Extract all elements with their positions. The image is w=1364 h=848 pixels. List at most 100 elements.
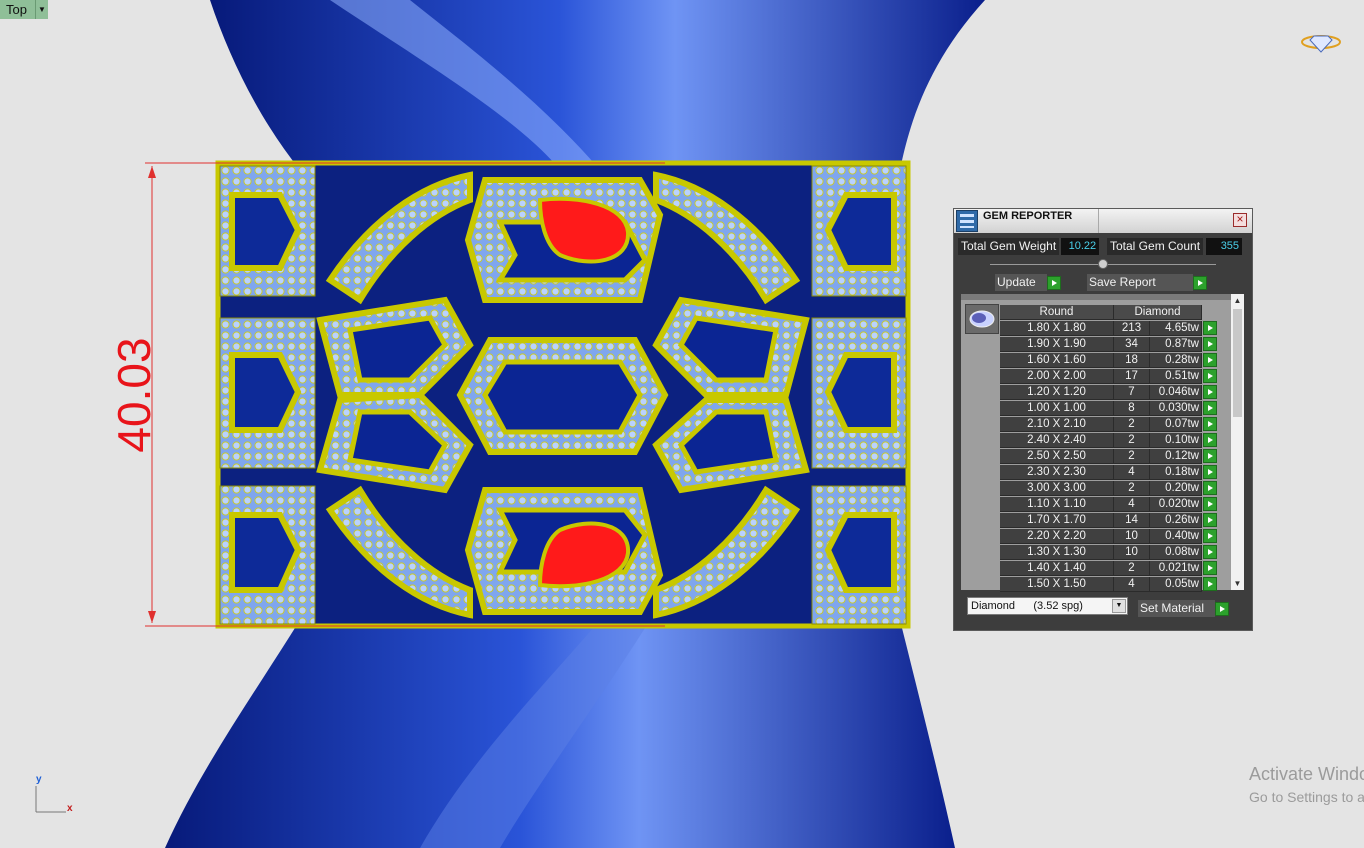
play-icon[interactable] bbox=[1047, 275, 1061, 290]
row-action-button[interactable] bbox=[1202, 433, 1218, 448]
table-scrollbar[interactable]: ▲ ▼ bbox=[1231, 294, 1244, 590]
view-name[interactable]: Top bbox=[0, 0, 36, 19]
update-button[interactable]: Update bbox=[995, 274, 1061, 291]
table-row[interactable]: 2.20 X 2.20 10 0.40tw bbox=[1000, 528, 1220, 544]
table-row[interactable]: 1.70 X 1.70 14 0.26tw bbox=[1000, 512, 1220, 528]
table-row[interactable]: 1.10 X 1.10 4 0.020tw bbox=[1000, 496, 1220, 512]
play-icon[interactable] bbox=[1193, 275, 1207, 290]
total-weight-label: Total Gem Weight bbox=[958, 238, 1060, 255]
table-row[interactable]: 2.40 X 2.40 2 0.10tw bbox=[1000, 432, 1220, 448]
watermark-line1: Activate Windows bbox=[1249, 764, 1364, 784]
table-row[interactable]: 1.30 X 1.30 10 0.08tw bbox=[1000, 544, 1220, 560]
gem-count: 17 bbox=[1114, 368, 1150, 384]
table-row[interactable]: 2.10 X 2.10 2 0.07tw bbox=[1000, 416, 1220, 432]
play-icon[interactable] bbox=[1203, 433, 1217, 447]
row-action-button[interactable] bbox=[1202, 481, 1218, 496]
table-row[interactable]: 1.90 X 1.90 34 0.87tw bbox=[1000, 336, 1220, 352]
table-row[interactable]: 1.00 X 1.00 8 0.030tw bbox=[1000, 400, 1220, 416]
gem-weight: 0.05tw bbox=[1150, 576, 1202, 592]
band-twist-upper bbox=[210, 0, 985, 170]
play-icon[interactable] bbox=[1203, 337, 1217, 351]
play-icon[interactable] bbox=[1203, 513, 1217, 527]
play-icon[interactable] bbox=[1203, 481, 1217, 495]
row-action-button[interactable] bbox=[1202, 529, 1218, 544]
gem-count: 7 bbox=[1114, 384, 1150, 400]
row-action-button[interactable] bbox=[1202, 561, 1218, 576]
row-action-button[interactable] bbox=[1202, 545, 1218, 560]
play-icon[interactable] bbox=[1203, 545, 1217, 559]
play-icon[interactable] bbox=[1203, 353, 1217, 367]
gem-size: 1.70 X 1.70 bbox=[1000, 512, 1114, 528]
total-gem-count: Total Gem Count 355 bbox=[1107, 238, 1243, 255]
table-row[interactable]: 1.80 X 1.80 213 4.65tw bbox=[1000, 320, 1220, 336]
gem-weight: 0.07tw bbox=[1150, 416, 1202, 432]
view-label[interactable]: Top ▼ bbox=[0, 0, 48, 19]
axis-indicator: y x bbox=[30, 774, 80, 818]
table-row[interactable]: 2.50 X 2.50 2 0.12tw bbox=[1000, 448, 1220, 464]
panel-title: GEM REPORTER bbox=[983, 210, 1073, 222]
table-row[interactable]: 1.40 X 1.40 2 0.021tw bbox=[1000, 560, 1220, 576]
material-select[interactable]: Diamond (3.52 spg) ▼ bbox=[967, 597, 1128, 615]
table-row[interactable]: 1.50 X 1.50 4 0.05tw bbox=[1000, 576, 1220, 592]
play-icon[interactable] bbox=[1203, 465, 1217, 479]
row-action-button[interactable] bbox=[1202, 385, 1218, 400]
row-action-button[interactable] bbox=[1202, 321, 1218, 336]
gem-weight: 4.65tw bbox=[1150, 320, 1202, 336]
gem-weight: 0.28tw bbox=[1150, 352, 1202, 368]
axis-y-label: y bbox=[36, 774, 42, 785]
table-row[interactable]: 2.30 X 2.30 4 0.18tw bbox=[1000, 464, 1220, 480]
row-action-button[interactable] bbox=[1202, 577, 1218, 592]
row-action-button[interactable] bbox=[1202, 465, 1218, 480]
play-icon[interactable] bbox=[1203, 529, 1217, 543]
gem-table: Round Diamond 1.80 X 1.80 213 4.65tw 1.90 X… bbox=[961, 294, 1244, 592]
chevron-down-icon[interactable]: ▼ bbox=[35, 0, 48, 19]
gem-size: 2.10 X 2.10 bbox=[1000, 416, 1114, 432]
panel-titlebar[interactable]: GEM REPORTER × bbox=[954, 209, 1252, 233]
panel-slider-handle[interactable] bbox=[1098, 259, 1108, 269]
header-material: Diamond bbox=[1114, 304, 1202, 320]
play-icon[interactable] bbox=[1203, 577, 1217, 591]
gem-weight: 0.40tw bbox=[1150, 528, 1202, 544]
gem-count: 4 bbox=[1114, 496, 1150, 512]
gem-size: 2.50 X 2.50 bbox=[1000, 448, 1114, 464]
save-report-button[interactable]: Save Report bbox=[1087, 274, 1207, 291]
scroll-up-icon[interactable]: ▲ bbox=[1231, 294, 1244, 307]
play-icon[interactable] bbox=[1203, 561, 1217, 575]
row-action-button[interactable] bbox=[1202, 417, 1218, 432]
play-icon[interactable] bbox=[1203, 369, 1217, 383]
play-icon[interactable] bbox=[1203, 449, 1217, 463]
play-icon[interactable] bbox=[1203, 385, 1217, 399]
round-gem-icon[interactable] bbox=[965, 304, 999, 334]
gem-weight: 0.020tw bbox=[1150, 496, 1202, 512]
gem-count: 2 bbox=[1114, 432, 1150, 448]
gem-size: 1.20 X 1.20 bbox=[1000, 384, 1114, 400]
close-icon[interactable]: × bbox=[1233, 213, 1247, 227]
gem-size: 1.60 X 1.60 bbox=[1000, 352, 1114, 368]
row-action-button[interactable] bbox=[1202, 449, 1218, 464]
row-action-button[interactable] bbox=[1202, 353, 1218, 368]
table-row[interactable]: 1.20 X 1.20 7 0.046tw bbox=[1000, 384, 1220, 400]
row-action-button[interactable] bbox=[1202, 513, 1218, 528]
scroll-down-icon[interactable]: ▼ bbox=[1231, 577, 1244, 590]
gem-weight: 0.10tw bbox=[1150, 432, 1202, 448]
play-icon[interactable] bbox=[1203, 321, 1217, 335]
play-icon[interactable] bbox=[1203, 497, 1217, 511]
gem-weight: 0.08tw bbox=[1150, 544, 1202, 560]
row-action-button[interactable] bbox=[1202, 337, 1218, 352]
play-icon[interactable] bbox=[1203, 417, 1217, 431]
play-icon[interactable] bbox=[1215, 601, 1229, 616]
gem-count: 2 bbox=[1114, 416, 1150, 432]
table-row[interactable]: 2.00 X 2.00 17 0.51tw bbox=[1000, 368, 1220, 384]
scroll-thumb[interactable] bbox=[1233, 309, 1242, 417]
table-row[interactable]: 3.00 X 3.00 2 0.20tw bbox=[1000, 480, 1220, 496]
table-row[interactable]: 1.60 X 1.60 18 0.28tw bbox=[1000, 352, 1220, 368]
chevron-down-icon[interactable]: ▼ bbox=[1112, 599, 1126, 613]
gem-count: 4 bbox=[1114, 464, 1150, 480]
row-action-button[interactable] bbox=[1202, 497, 1218, 512]
set-material-label: Set Material bbox=[1138, 600, 1215, 617]
gem-count: 2 bbox=[1114, 560, 1150, 576]
row-action-button[interactable] bbox=[1202, 369, 1218, 384]
row-action-button[interactable] bbox=[1202, 401, 1218, 416]
set-material-button[interactable]: Set Material bbox=[1138, 600, 1229, 617]
play-icon[interactable] bbox=[1203, 401, 1217, 415]
